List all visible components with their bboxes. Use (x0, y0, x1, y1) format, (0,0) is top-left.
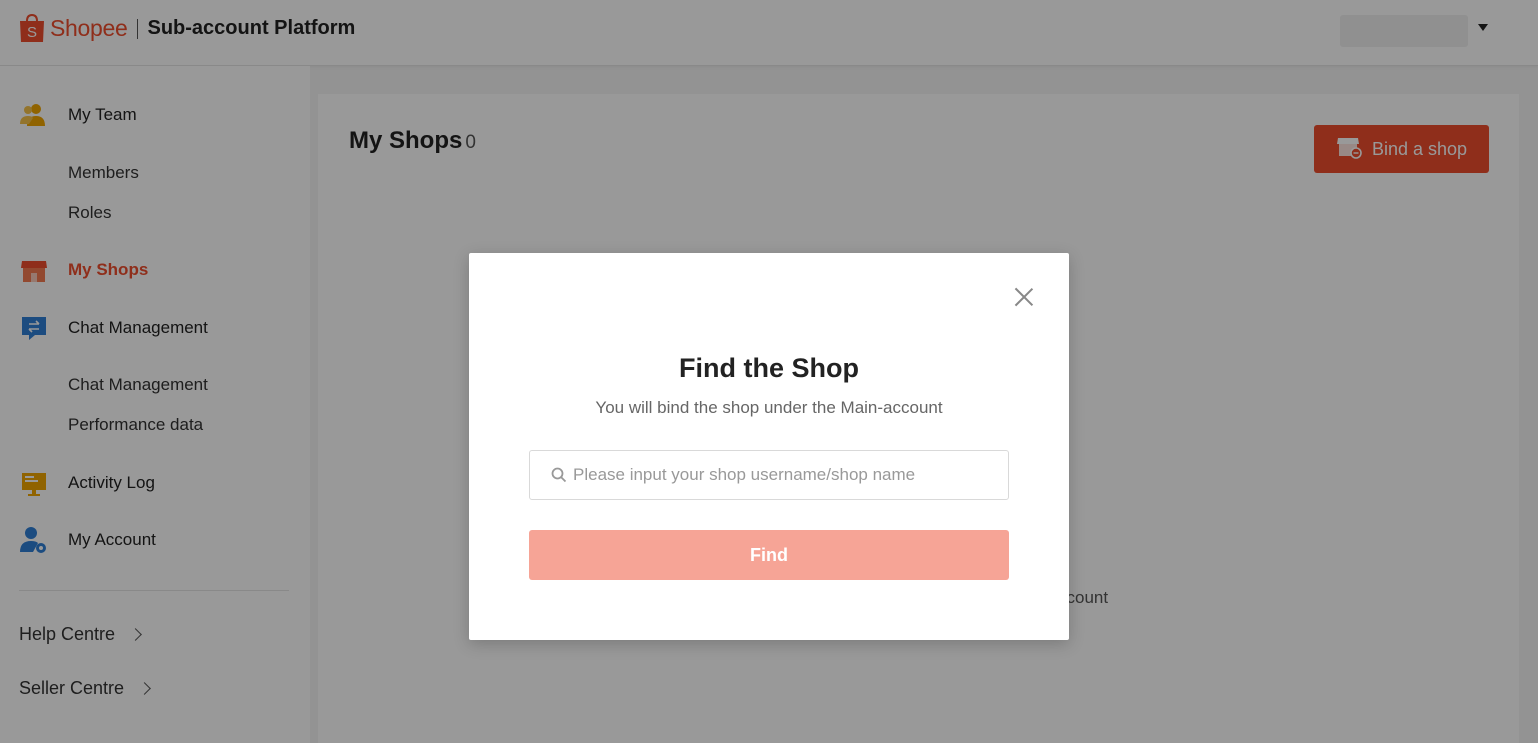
find-shop-dialog: Find the Shop You will bind the shop und… (469, 253, 1069, 640)
find-button[interactable]: Find (529, 530, 1009, 580)
dialog-title: Find the Shop (679, 353, 859, 383)
search-icon (551, 467, 567, 483)
dialog-subtitle: You will bind the shop under the Main-ac… (595, 398, 943, 417)
close-icon[interactable] (1014, 287, 1034, 307)
shop-search-field[interactable] (529, 450, 1009, 500)
shop-search-input[interactable] (573, 451, 1003, 499)
